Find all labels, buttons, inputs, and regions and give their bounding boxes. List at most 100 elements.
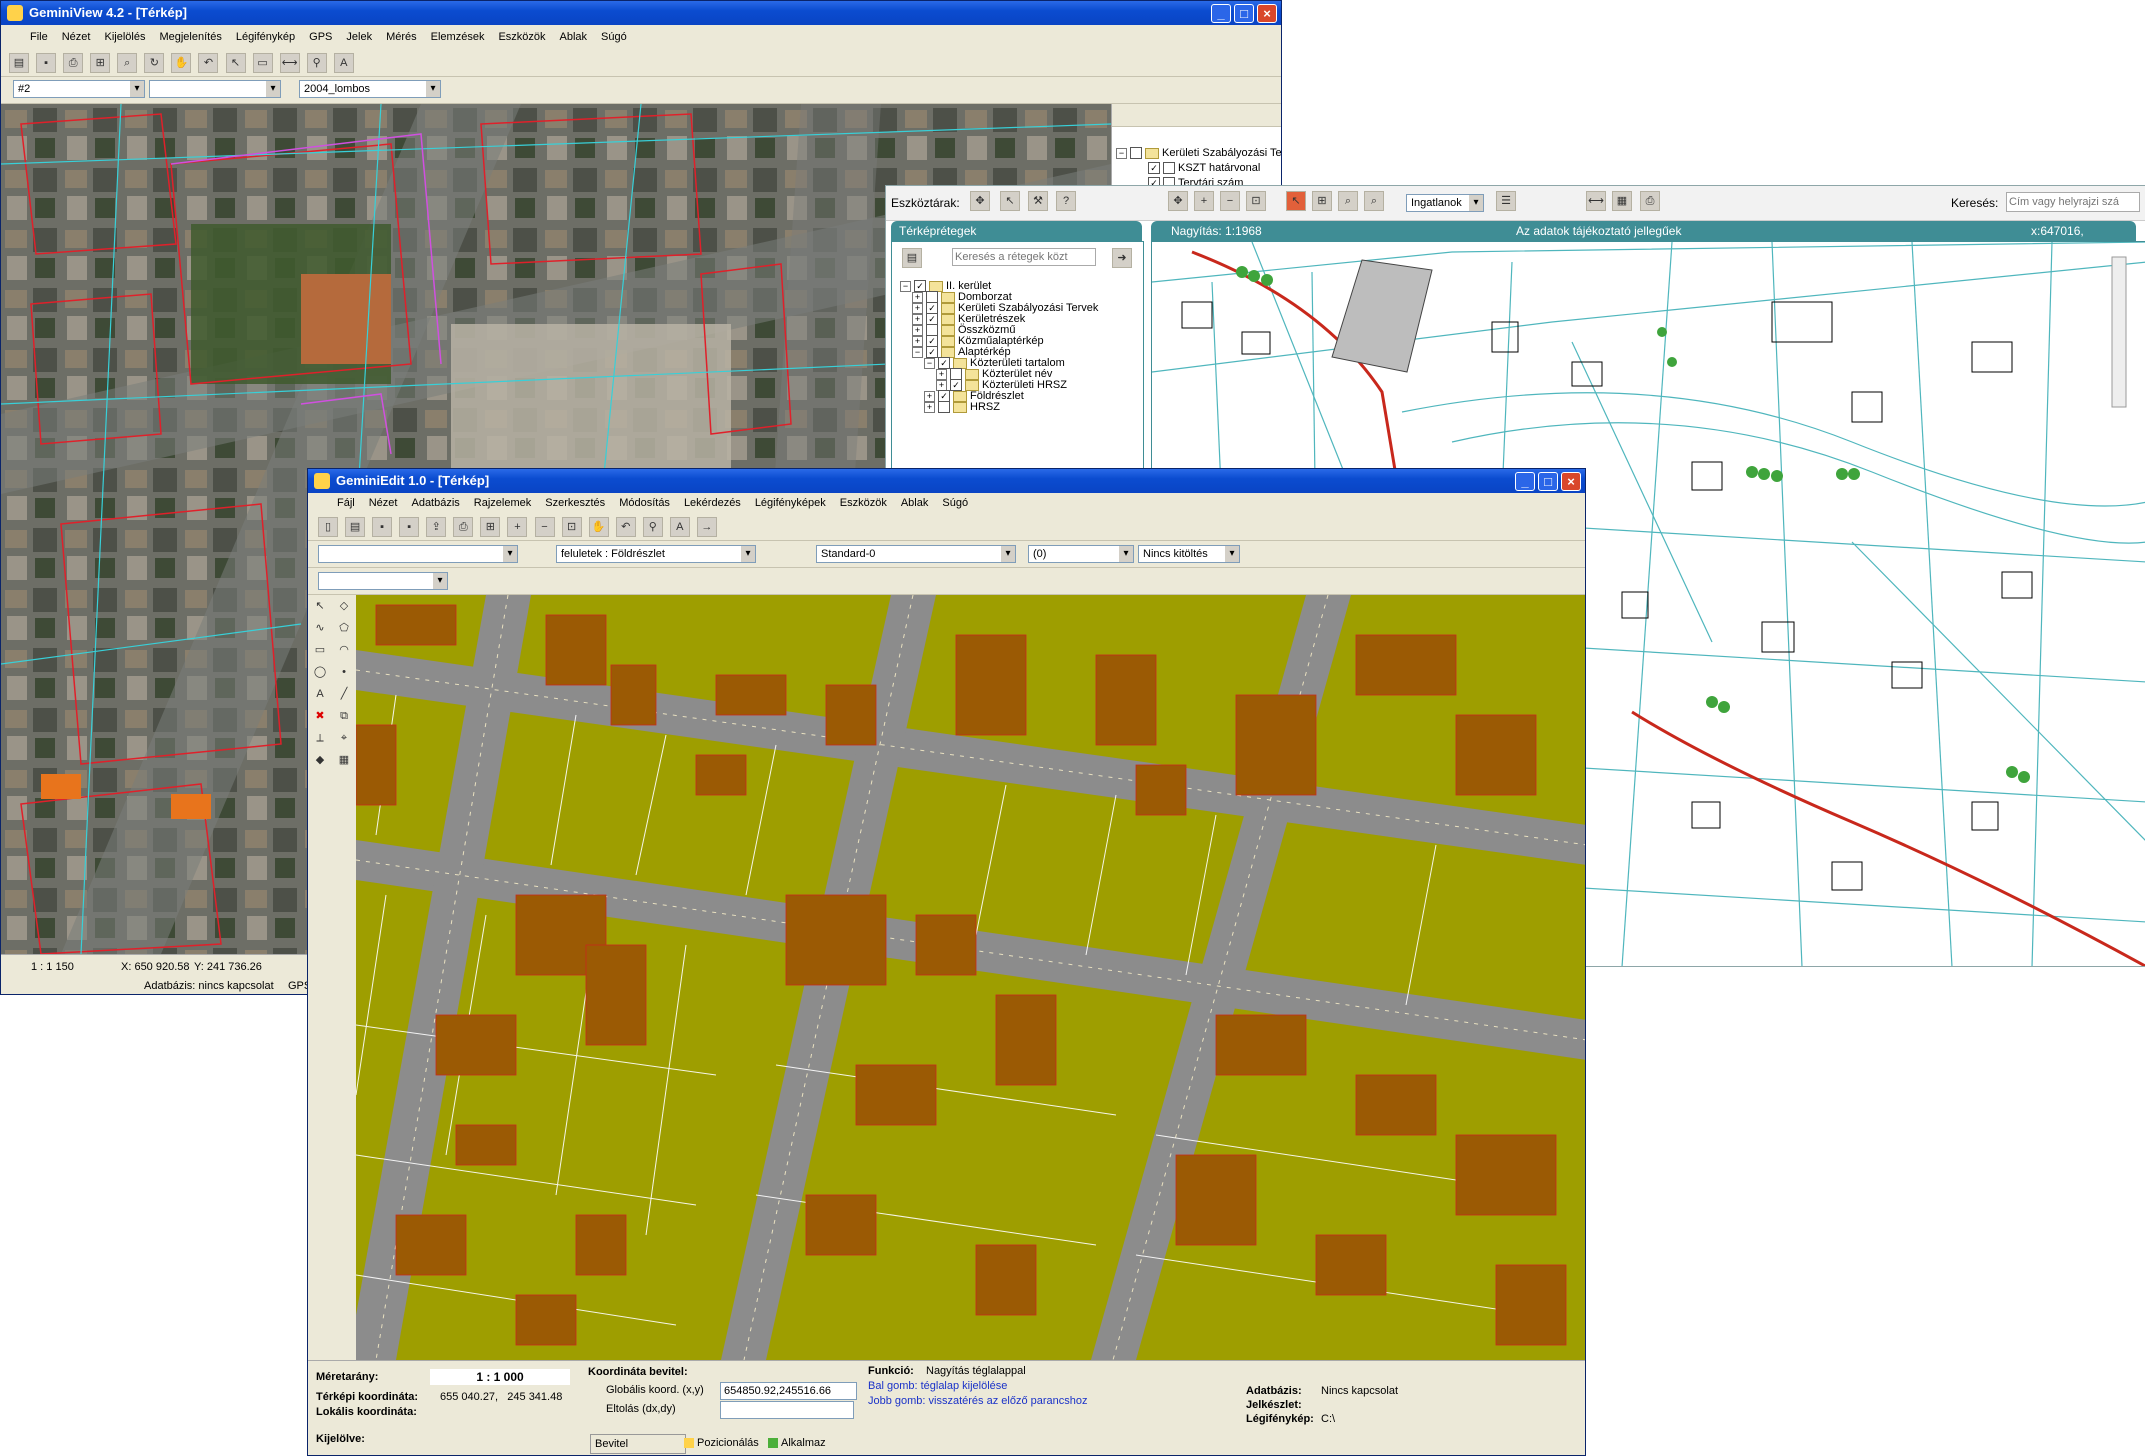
checkbox[interactable] xyxy=(1130,147,1142,160)
menu-item[interactable]: Mérés xyxy=(379,27,424,47)
delete-icon[interactable]: ✖ xyxy=(311,707,329,725)
expand-icon[interactable]: + xyxy=(936,368,947,380)
layer-select[interactable]: Ingatlanok xyxy=(1406,194,1484,212)
zoom-in-icon[interactable]: + xyxy=(507,517,528,537)
list-icon[interactable]: ☰ xyxy=(1496,191,1516,211)
small-combo[interactable] xyxy=(318,572,448,590)
save-icon[interactable]: ▪ xyxy=(372,517,393,537)
binoculars-icon[interactable]: ⚲ xyxy=(642,517,663,537)
line-width-combo[interactable]: (0) xyxy=(1028,545,1134,563)
menu-item[interactable]: Lekérdezés xyxy=(677,493,748,513)
zoom-box-icon[interactable]: ⊡ xyxy=(561,517,582,537)
print-icon[interactable]: ⎙ xyxy=(453,517,474,537)
menu-item[interactable]: Elemzések xyxy=(424,27,492,47)
menu-item[interactable]: Kijelölés xyxy=(97,27,152,47)
point-icon[interactable]: • xyxy=(335,663,353,681)
minimize-button[interactable]: _ xyxy=(1515,472,1535,491)
zoom-extent-icon[interactable]: ⊞ xyxy=(90,53,111,73)
expand-icon[interactable]: + xyxy=(924,401,935,413)
help-icon[interactable]: ? xyxy=(1056,191,1076,211)
arrow-right-icon[interactable]: → xyxy=(696,517,717,537)
menu-item[interactable]: Eszközök xyxy=(833,493,894,513)
zoom-extent-icon[interactable]: ⊞ xyxy=(480,517,501,537)
layer-search-input[interactable] xyxy=(952,248,1096,266)
arc-icon[interactable]: ◠ xyxy=(335,641,353,659)
photo-combo[interactable]: 2004_lombos xyxy=(299,80,441,98)
save-icon[interactable]: ▪ xyxy=(36,53,57,73)
input-button[interactable]: Bevitel xyxy=(590,1434,686,1454)
tree-row[interactable]: − Kerületi Szabályozási Te xyxy=(1116,147,1281,160)
address-search-input[interactable] xyxy=(2006,192,2140,212)
text-icon[interactable]: A xyxy=(333,53,354,73)
polygon-icon[interactable]: ⬠ xyxy=(335,619,353,637)
pan-icon[interactable]: ✥ xyxy=(1168,191,1188,211)
arrow-icon[interactable]: ↖ xyxy=(1000,191,1020,211)
print-icon[interactable]: ⎙ xyxy=(1640,191,1660,211)
pointer-icon[interactable]: ↖ xyxy=(225,53,246,73)
grid-icon[interactable]: ▦ xyxy=(1612,191,1632,211)
measure-icon[interactable]: ⟂ xyxy=(311,729,329,747)
menu-item[interactable]: Megjelenítés xyxy=(152,27,228,47)
rect-select-icon[interactable]: ▭ xyxy=(252,53,273,73)
export-icon[interactable]: ⇪ xyxy=(426,517,447,537)
text-icon[interactable]: A xyxy=(669,517,690,537)
open-icon[interactable]: ▤ xyxy=(9,53,29,73)
empty-combo[interactable] xyxy=(149,80,281,98)
position-button[interactable]: Pozicionálás xyxy=(684,1437,759,1449)
checkbox[interactable] xyxy=(1163,162,1175,175)
pan-icon[interactable]: ✋ xyxy=(171,53,192,73)
node-icon[interactable]: ◇ xyxy=(335,597,353,615)
circle-icon[interactable]: ◯ xyxy=(311,663,329,681)
new-icon[interactable]: ▯ xyxy=(318,517,338,537)
menu-item[interactable]: Szerkesztés xyxy=(538,493,612,513)
save-all-icon[interactable]: ▪ xyxy=(399,517,420,537)
zoom-in-icon[interactable]: ⌕ xyxy=(117,53,138,73)
menu-item[interactable]: Légifénykép xyxy=(229,27,302,47)
maximize-button[interactable]: □ xyxy=(1538,472,1558,491)
line-icon[interactable]: ╱ xyxy=(335,685,353,703)
menu-item[interactable]: Súgó xyxy=(935,493,975,513)
layer-combo[interactable]: #2 xyxy=(13,80,145,98)
menu-item[interactable]: Módosítás xyxy=(612,493,677,513)
menu-item[interactable]: Jelek xyxy=(339,27,379,47)
expand-icon[interactable]: + xyxy=(912,291,923,303)
menu-item[interactable]: Légifényképek xyxy=(748,493,833,513)
text-icon[interactable]: A xyxy=(311,685,329,703)
expand-icon[interactable]: + xyxy=(912,335,923,347)
geminiview-titlebar[interactable]: GeminiView 4.2 - [Térkép] _ □ × xyxy=(1,1,1281,25)
measure-icon[interactable]: ⟷ xyxy=(279,53,300,73)
menu-item[interactable]: Adatbázis xyxy=(404,493,466,513)
edit-empty-combo[interactable] xyxy=(318,545,518,563)
expand-icon[interactable]: + xyxy=(912,313,923,325)
minimize-button[interactable]: _ xyxy=(1211,4,1231,23)
layer-tree-row[interactable]: + HRSZ xyxy=(924,401,1000,414)
menu-item[interactable]: GPS xyxy=(302,27,339,47)
polyline-icon[interactable]: ∿ xyxy=(311,619,329,637)
apply-button[interactable]: Alkalmaz xyxy=(768,1437,826,1449)
snap-icon[interactable]: ⌖ xyxy=(335,729,353,747)
close-button[interactable]: × xyxy=(1561,472,1581,491)
collapse-icon[interactable]: − xyxy=(900,280,911,292)
zoom-out-icon[interactable]: − xyxy=(1220,191,1240,211)
line-style-combo[interactable]: Standard-0 xyxy=(816,545,1016,563)
collapse-icon[interactable]: − xyxy=(912,346,923,358)
rectangle-icon[interactable]: ▭ xyxy=(311,641,329,659)
expand-icon[interactable]: + xyxy=(912,302,923,314)
rotate-icon[interactable]: ↻ xyxy=(144,53,165,73)
menu-item[interactable]: Eszközök xyxy=(491,27,552,47)
menu-item[interactable]: Rajzelemek xyxy=(467,493,538,513)
select-icon[interactable]: ↖ xyxy=(311,597,329,615)
menu-item[interactable]: Ablak xyxy=(894,493,936,513)
collapse-icon[interactable]: − xyxy=(1116,147,1127,159)
cadastral-map[interactable] xyxy=(356,595,1585,1360)
pan-icon[interactable]: ✋ xyxy=(588,517,609,537)
undo-icon[interactable]: ↶ xyxy=(198,53,219,73)
menu-item[interactable]: Nézet xyxy=(55,27,98,47)
menu-item[interactable]: Súgó xyxy=(594,27,634,47)
expand-icon[interactable]: + xyxy=(912,324,923,336)
tree-row[interactable]: ✓ KSZT határvonal xyxy=(1148,162,1260,175)
copy-icon[interactable]: ⧉ xyxy=(335,707,353,725)
vertex-icon[interactable]: ◆ xyxy=(311,751,329,769)
collapse-icon[interactable]: − xyxy=(924,357,935,369)
zoom-in-icon[interactable]: + xyxy=(1194,191,1214,211)
